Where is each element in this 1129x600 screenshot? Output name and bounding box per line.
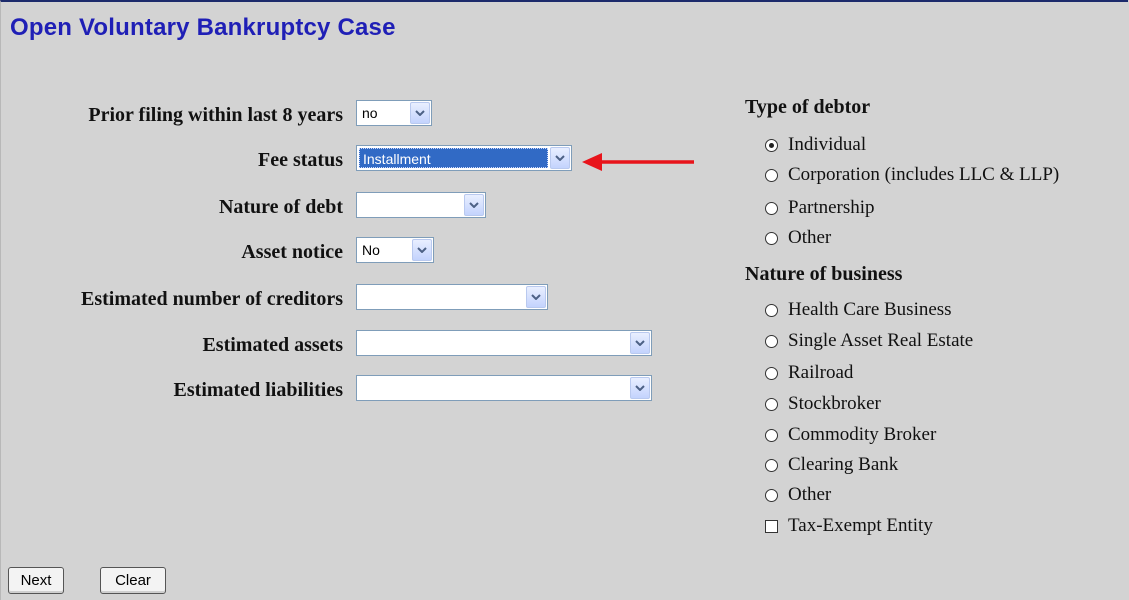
radio-icon[interactable] <box>765 397 778 411</box>
page-title: Open Voluntary Bankruptcy Case <box>10 14 396 41</box>
debtor-option-label: Partnership <box>788 197 875 218</box>
debtor-option-label: Corporation (includes LLC & LLP) <box>788 164 1060 185</box>
fee-status-value: Installment <box>359 148 548 168</box>
business-option-single-asset[interactable]: Single Asset Real Estate <box>765 330 973 352</box>
liabilities-label: Estimated liabilities <box>173 379 343 401</box>
fee-status-label: Fee status <box>258 149 343 171</box>
radio-icon[interactable] <box>765 168 778 182</box>
checkbox-icon[interactable] <box>765 519 778 533</box>
radio-selected-icon[interactable] <box>765 138 778 152</box>
prior-filing-value: no <box>362 105 378 121</box>
asset-notice-select[interactable]: No <box>356 237 434 263</box>
business-option-label: Railroad <box>788 362 854 383</box>
business-option-commodity-broker[interactable]: Commodity Broker <box>765 424 936 446</box>
type-of-debtor-heading: Type of debtor <box>745 96 871 118</box>
clear-button[interactable]: Clear <box>100 567 166 594</box>
asset-notice-value: No <box>362 242 380 258</box>
tax-exempt-label: Tax-Exempt Entity <box>788 515 933 536</box>
nature-of-debt-label: Nature of debt <box>218 196 343 218</box>
radio-icon[interactable] <box>765 366 778 380</box>
prior-filing-select[interactable]: no <box>356 100 432 126</box>
radio-icon[interactable] <box>765 488 778 502</box>
debtor-option-label: Other <box>788 227 832 248</box>
business-option-health-care[interactable]: Health Care Business <box>765 299 952 321</box>
business-option-label: Single Asset Real Estate <box>788 330 974 351</box>
creditors-label: Estimated number of creditors <box>80 288 343 310</box>
debtor-option-partnership[interactable]: Partnership <box>765 197 875 219</box>
radio-icon[interactable] <box>765 334 778 348</box>
business-option-label: Clearing Bank <box>788 454 899 475</box>
business-option-stockbroker[interactable]: Stockbroker <box>765 393 881 415</box>
chevron-down-icon <box>410 102 430 124</box>
debtor-option-corporation[interactable]: Corporation (includes LLC & LLP) <box>765 164 1059 186</box>
radio-icon[interactable] <box>765 428 778 442</box>
chevron-down-icon <box>630 377 650 399</box>
prior-filing-label: Prior filing within last 8 years <box>88 104 343 126</box>
business-option-label: Commodity Broker <box>788 424 937 445</box>
business-option-label: Other <box>788 484 832 505</box>
tax-exempt-checkbox-row[interactable]: Tax-Exempt Entity <box>765 515 933 537</box>
assets-select[interactable] <box>356 330 652 356</box>
liabilities-select[interactable] <box>356 375 652 401</box>
chevron-down-icon <box>550 147 570 169</box>
business-option-clearing-bank[interactable]: Clearing Bank <box>765 454 898 476</box>
chevron-down-icon <box>412 239 432 261</box>
radio-icon[interactable] <box>765 231 778 245</box>
debtor-option-individual[interactable]: Individual <box>765 134 866 156</box>
creditors-select[interactable] <box>356 284 548 310</box>
fee-status-select[interactable]: Installment <box>356 145 572 171</box>
business-option-other[interactable]: Other <box>765 484 831 506</box>
annotation-arrow-icon <box>582 153 694 171</box>
nature-of-business-heading: Nature of business <box>745 263 903 285</box>
radio-icon[interactable] <box>765 303 778 317</box>
chevron-down-icon <box>464 194 484 216</box>
chevron-down-icon <box>526 286 546 308</box>
asset-notice-label: Asset notice <box>241 241 343 263</box>
nature-of-debt-select[interactable] <box>356 192 486 218</box>
radio-icon[interactable] <box>765 201 778 215</box>
debtor-option-other[interactable]: Other <box>765 227 831 249</box>
radio-icon[interactable] <box>765 458 778 472</box>
assets-label: Estimated assets <box>202 334 343 356</box>
debtor-option-label: Individual <box>788 134 867 155</box>
business-option-label: Stockbroker <box>788 393 881 414</box>
chevron-down-icon <box>630 332 650 354</box>
next-button[interactable]: Next <box>8 567 64 594</box>
business-option-railroad[interactable]: Railroad <box>765 362 853 384</box>
business-option-label: Health Care Business <box>788 299 952 320</box>
